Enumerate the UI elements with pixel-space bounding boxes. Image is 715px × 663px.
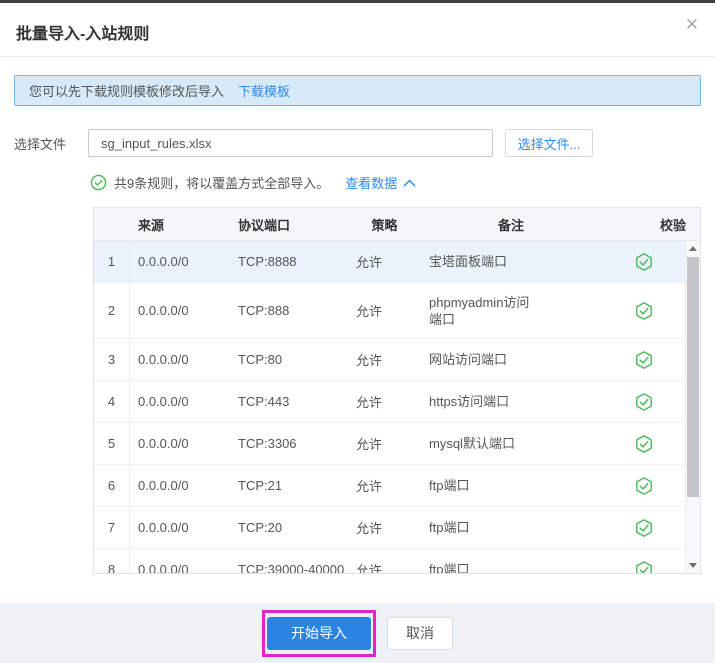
row-source: 0.0.0.0/0 — [138, 478, 189, 493]
status-message: 共9条规则，将以覆盖方式全部导入。 — [114, 176, 330, 191]
row-check-cell — [601, 423, 687, 464]
row-index: 4 — [94, 381, 130, 422]
row-index: 8 — [94, 549, 130, 573]
row-remark: phpmyadmin访问端口 — [429, 294, 530, 327]
table-row[interactable]: 4 0.0.0.0/0 TCP:443 允许 https访问端口 — [94, 381, 687, 423]
scrollbar-thumb[interactable] — [687, 257, 699, 497]
row-protocol-port: TCP:20 — [238, 520, 283, 535]
table-row[interactable]: 1 0.0.0.0/0 TCP:8888 允许 宝塔面板端口 — [94, 241, 687, 283]
view-data-link[interactable]: 查看数据 — [345, 173, 416, 192]
header-policy: 策略 — [371, 217, 398, 233]
header-check: 校验 — [659, 217, 686, 233]
file-select-label: 选择文件 — [14, 136, 67, 152]
row-protocol-port: TCP:3306 — [238, 436, 297, 451]
row-policy: 允许 — [356, 479, 383, 494]
browse-file-button[interactable]: 选择文件... — [505, 129, 593, 157]
row-source: 0.0.0.0/0 — [138, 352, 189, 367]
table-scrollbar[interactable] — [685, 241, 700, 573]
check-badge-icon — [636, 392, 652, 411]
row-remark: ftp端口 — [429, 562, 470, 573]
dialog-header: 批量导入-入站规则 ✕ — [0, 3, 715, 57]
row-policy: 允许 — [356, 353, 383, 368]
check-badge-icon — [636, 434, 652, 453]
row-check-cell — [601, 241, 687, 282]
rules-preview-table: 来源 协议端口 策略 备注 校验 1 0.0.0.0/0 TCP:8888 允许… — [93, 207, 701, 574]
row-index: 2 — [94, 283, 130, 338]
row-policy: 允许 — [356, 521, 383, 536]
row-check-cell — [601, 381, 687, 422]
table-body: 1 0.0.0.0/0 TCP:8888 允许 宝塔面板端口 2 0.0.0.0… — [94, 241, 700, 573]
row-policy: 允许 — [356, 304, 383, 319]
row-protocol-port: TCP:888 — [238, 303, 290, 318]
file-select-row: 选择文件 选择文件... — [14, 129, 715, 157]
row-index: 3 — [94, 339, 130, 380]
check-badge-icon — [636, 518, 652, 537]
row-source: 0.0.0.0/0 — [138, 520, 189, 535]
row-check-cell — [601, 549, 687, 573]
row-protocol-port: TCP:39000-40000 — [238, 562, 345, 573]
import-status-row: 共9条规则，将以覆盖方式全部导入。 查看数据 — [90, 173, 715, 192]
row-remark: mysql默认端口 — [429, 436, 515, 451]
header-protocol-port: 协议端口 — [238, 217, 291, 233]
start-import-button[interactable]: 开始导入 — [267, 616, 371, 650]
row-index: 6 — [94, 465, 130, 506]
download-template-link[interactable]: 下载模板 — [238, 81, 290, 100]
row-policy: 允许 — [356, 563, 383, 573]
success-check-icon — [90, 174, 107, 191]
check-badge-icon — [636, 350, 652, 369]
row-source: 0.0.0.0/0 — [138, 562, 189, 573]
row-source: 0.0.0.0/0 — [138, 394, 189, 409]
scroll-up-icon[interactable] — [686, 241, 700, 256]
table-row[interactable]: 2 0.0.0.0/0 TCP:888 允许 phpmyadmin访问端口 — [94, 283, 687, 339]
row-remark: ftp端口 — [429, 520, 470, 535]
header-source: 来源 — [138, 217, 165, 233]
check-badge-icon — [636, 560, 652, 573]
check-badge-icon — [636, 252, 652, 271]
row-index: 1 — [94, 241, 130, 282]
row-remark: 网站访问端口 — [429, 352, 508, 367]
close-icon[interactable]: ✕ — [685, 16, 699, 33]
scroll-down-icon[interactable] — [686, 558, 700, 573]
check-badge-icon — [636, 476, 652, 495]
table-row[interactable]: 8 0.0.0.0/0 TCP:39000-40000 允许 ftp端口 — [94, 549, 687, 573]
row-source: 0.0.0.0/0 — [138, 303, 189, 318]
row-check-cell — [601, 283, 687, 338]
dialog-footer: 开始导入 取消 — [0, 603, 715, 663]
annotation-highlight: 开始导入 — [262, 609, 376, 657]
row-protocol-port: TCP:21 — [238, 478, 283, 493]
row-policy: 允许 — [356, 437, 383, 452]
row-source: 0.0.0.0/0 — [138, 436, 189, 451]
header-remark: 备注 — [497, 217, 524, 233]
row-protocol-port: TCP:80 — [238, 352, 283, 367]
row-remark: 宝塔面板端口 — [421, 241, 601, 282]
row-policy: 允许 — [348, 241, 421, 282]
table-rows: 1 0.0.0.0/0 TCP:8888 允许 宝塔面板端口 2 0.0.0.0… — [94, 241, 687, 573]
row-remark: https访问端口 — [429, 394, 510, 409]
row-index: 5 — [94, 423, 130, 464]
row-remark: ftp端口 — [429, 478, 470, 493]
table-header-row: 来源 协议端口 策略 备注 校验 — [94, 208, 700, 241]
row-check-cell — [601, 507, 687, 548]
banner-text: 您可以先下载规则模板修改后导入 — [29, 84, 225, 99]
batch-import-dialog: 批量导入-入站规则 ✕ 您可以先下载规则模板修改后导入 下载模板 选择文件 选择… — [0, 0, 715, 663]
view-data-label: 查看数据 — [345, 176, 398, 191]
chevron-up-icon — [403, 178, 416, 187]
row-policy: 允许 — [356, 395, 383, 410]
template-hint-banner: 您可以先下载规则模板修改后导入 下载模板 — [14, 75, 701, 106]
row-protocol-port: TCP:8888 — [230, 241, 348, 282]
table-row[interactable]: 5 0.0.0.0/0 TCP:3306 允许 mysql默认端口 — [94, 423, 687, 465]
row-check-cell — [601, 339, 687, 380]
check-badge-icon — [636, 301, 652, 320]
cancel-button[interactable]: 取消 — [387, 616, 453, 650]
row-protocol-port: TCP:443 — [238, 394, 290, 409]
table-row[interactable]: 7 0.0.0.0/0 TCP:20 允许 ftp端口 — [94, 507, 687, 549]
table-row[interactable]: 6 0.0.0.0/0 TCP:21 允许 ftp端口 — [94, 465, 687, 507]
table-row[interactable]: 3 0.0.0.0/0 TCP:80 允许 网站访问端口 — [94, 339, 687, 381]
row-check-cell — [601, 465, 687, 506]
dialog-title: 批量导入-入站规则 — [16, 26, 150, 43]
file-name-input[interactable] — [88, 129, 493, 157]
row-source: 0.0.0.0/0 — [130, 241, 230, 282]
row-index: 7 — [94, 507, 130, 548]
